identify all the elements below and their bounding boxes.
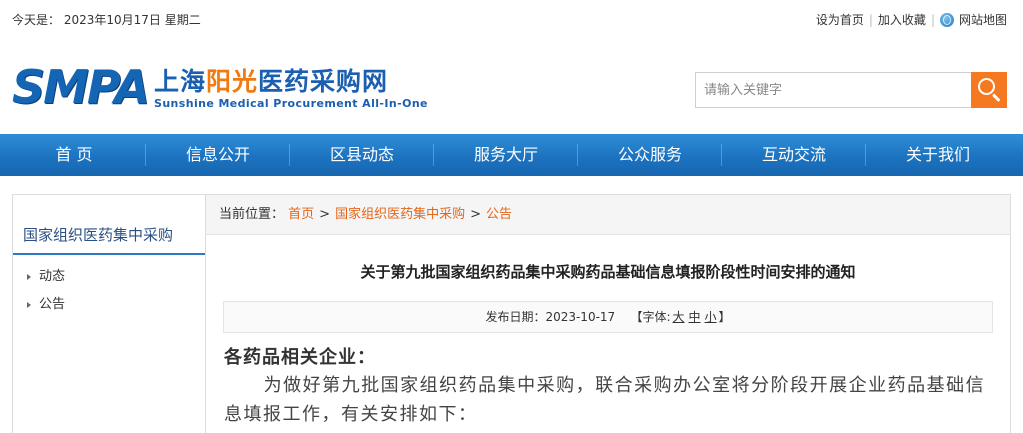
article-meta: 发布日期：2023-10-17 【字体: 大中小】: [223, 301, 993, 333]
search-icon-handle: [991, 93, 1001, 102]
logo-cn-name: 上海阳光医药采购网: [154, 67, 428, 97]
sidebar-item-news[interactable]: 动态: [13, 263, 205, 291]
sidebar-list: 动态 公告: [13, 263, 205, 319]
breadcrumb-separator: >: [470, 207, 481, 222]
breadcrumb-current[interactable]: 公告: [486, 207, 512, 222]
site-map-link[interactable]: 网站地图: [959, 11, 1007, 28]
search-button[interactable]: [971, 72, 1007, 108]
set-home-link[interactable]: 设为首页: [816, 11, 864, 28]
top-bar: 今天是： 2023年10月17日 星期二 设为首页 | 加入收藏 | 网站地图: [0, 0, 1023, 36]
breadcrumb-category[interactable]: 国家组织医药集中采购: [335, 207, 465, 222]
current-date: 今天是： 2023年10月17日 星期二: [12, 13, 201, 27]
nav-item-interaction[interactable]: 互动交流: [722, 134, 866, 176]
article-body: 各药品相关企业： 为做好第九批国家组织药品集中采购，联合采购办公室将分阶段开展企…: [224, 345, 994, 429]
site-header: SMPA 上海阳光医药采购网 Sunshine Medical Procurem…: [0, 36, 1023, 134]
logo-en-name: Sunshine Medical Procurement All-In-One: [154, 97, 428, 110]
article-title: 关于第九批国家组织药品集中采购药品基础信息填报阶段性时间安排的通知: [360, 263, 856, 281]
site-logo[interactable]: SMPA 上海阳光医药采购网 Sunshine Medical Procurem…: [12, 64, 428, 110]
sidebar-title: 国家组织医药集中采购: [13, 215, 205, 255]
breadcrumb-separator: >: [319, 207, 331, 222]
search-icon: [978, 78, 995, 95]
nav-item-service-hall[interactable]: 服务大厅: [434, 134, 578, 176]
logo-text: 上海阳光医药采购网 Sunshine Medical Procurement A…: [154, 67, 428, 110]
logo-cn-part2: 阳光: [206, 67, 259, 96]
top-link-separator: |: [868, 12, 873, 27]
add-favorite-link[interactable]: 加入收藏: [878, 11, 926, 28]
nav-item-public-service[interactable]: 公众服务: [578, 134, 722, 176]
publish-date: 发布日期：2023-10-17: [485, 310, 616, 324]
top-links: 设为首页 | 加入收藏 | 网站地图: [816, 11, 1007, 28]
breadcrumb-home[interactable]: 首页: [288, 207, 314, 222]
font-medium-link[interactable]: 中: [689, 310, 701, 324]
font-small-link[interactable]: 小: [705, 310, 717, 324]
sidebar: 国家组织医药集中采购 动态 公告: [12, 194, 206, 433]
nav-item-district-news[interactable]: 区县动态: [290, 134, 434, 176]
main-nav: 首 页 信息公开 区县动态 服务大厅 公众服务 互动交流 关于我们: [0, 134, 1023, 176]
search-input[interactable]: [695, 72, 971, 108]
logo-cn-part3: 医药采购网: [258, 67, 389, 96]
logo-cn-part1: 上海: [154, 67, 207, 96]
main-content: 当前位置： 首页 > 国家组织医药集中采购 > 公告 关于第九批国家组织药品集中采购药品…: [206, 194, 1011, 433]
nav-item-info-disclosure[interactable]: 信息公开: [146, 134, 290, 176]
search-box: [695, 72, 1007, 108]
top-link-separator: |: [930, 12, 935, 27]
nav-item-home[interactable]: 首 页: [2, 134, 146, 176]
font-size-label: 【字体:: [630, 310, 671, 324]
breadcrumb-label: 当前位置：: [219, 207, 285, 222]
nav-item-about-us[interactable]: 关于我们: [866, 134, 1010, 176]
article-salutation: 各药品相关企业：: [224, 347, 376, 368]
breadcrumb: 当前位置： 首页 > 国家组织医药集中采购 > 公告: [206, 195, 1010, 235]
article-paragraph: 为做好第九批国家组织药品集中采购，联合采购办公室将分阶段开展企业药品基础信息填报…: [224, 375, 986, 425]
font-size-label-close: 】: [718, 310, 731, 324]
logo-abbr: SMPA: [12, 60, 150, 114]
globe-icon: [939, 12, 954, 27]
font-large-link[interactable]: 大: [673, 310, 685, 324]
sidebar-item-announcements[interactable]: 公告: [13, 291, 205, 319]
